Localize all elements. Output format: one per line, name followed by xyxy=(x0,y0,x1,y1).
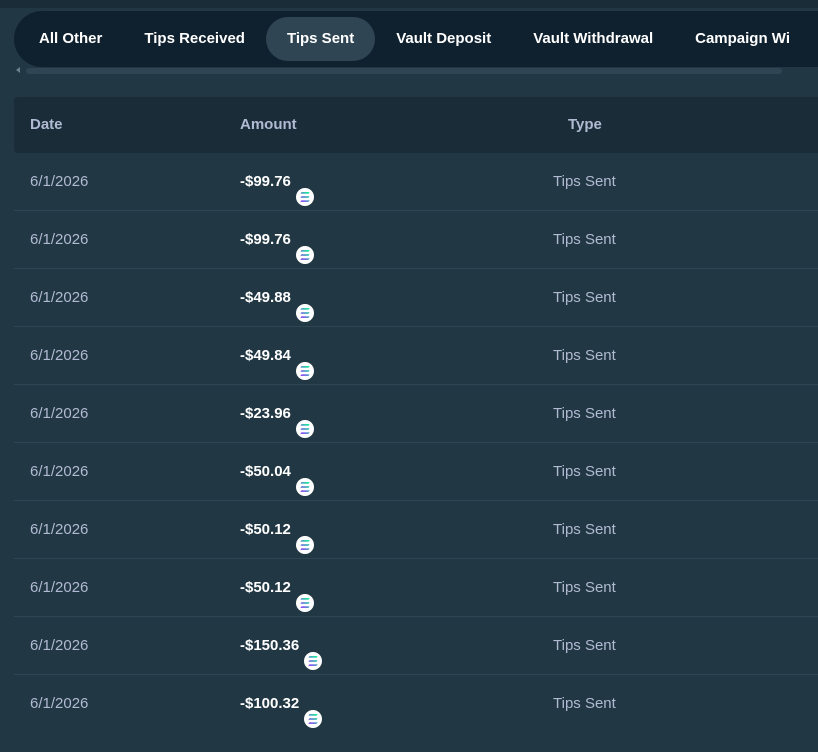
top-border xyxy=(0,0,818,8)
header-type: Type xyxy=(568,116,602,133)
solana-coin-icon xyxy=(295,231,314,264)
solana-coin-icon xyxy=(295,347,314,380)
tab-campaign-withdrawal[interactable]: Campaign Wi xyxy=(674,17,811,61)
table-row: 6/1/2026 -$49.88 Tips Sent xyxy=(14,269,818,327)
row-amount: -$150.36 xyxy=(240,637,300,654)
header-amount: Amount xyxy=(240,116,297,133)
transactions-page: All Other Tips Received Tips Sent Vault … xyxy=(0,0,818,752)
row-type: Tips Sent xyxy=(553,289,616,306)
table-row: 6/1/2026 -$50.12 Tips Sent xyxy=(14,501,818,559)
row-amount: -$100.32 xyxy=(240,695,300,712)
table-body: 6/1/2026 -$99.76 Tips Sent 6/1/2026 -$99.76 T… xyxy=(14,153,818,733)
solana-coin-icon xyxy=(304,637,323,670)
row-amount: -$23.96 xyxy=(240,405,291,422)
tab-tips-sent[interactable]: Tips Sent xyxy=(265,17,376,61)
row-type: Tips Sent xyxy=(553,231,616,248)
row-type: Tips Sent xyxy=(553,173,616,190)
table-row: 6/1/2026 -$99.76 Tips Sent xyxy=(14,153,818,211)
table-header: Date Amount Type xyxy=(14,97,818,153)
row-amount: -$49.84 xyxy=(240,347,291,364)
tab-vault-withdrawal[interactable]: Vault Withdrawal xyxy=(512,17,674,61)
solana-coin-icon xyxy=(295,579,314,612)
row-amount: -$50.04 xyxy=(240,463,291,480)
tab-tips-received[interactable]: Tips Received xyxy=(123,17,266,61)
tab-all-other[interactable]: All Other xyxy=(18,17,123,61)
row-date: 6/1/2026 xyxy=(30,695,89,712)
row-type: Tips Sent xyxy=(553,463,616,480)
row-date: 6/1/2026 xyxy=(30,173,89,190)
table-row: 6/1/2026 -$100.32 Tips Sent xyxy=(14,675,818,733)
row-type: Tips Sent xyxy=(553,695,616,712)
solana-coin-icon xyxy=(295,521,314,554)
row-date: 6/1/2026 xyxy=(30,579,89,596)
solana-coin-icon xyxy=(295,405,314,438)
row-amount-cell: -$99.76 xyxy=(240,153,314,211)
table-row: 6/1/2026 -$99.76 Tips Sent xyxy=(14,211,818,269)
row-amount-cell: -$23.96 xyxy=(240,385,314,443)
solana-coin-icon xyxy=(304,695,323,728)
row-amount: -$50.12 xyxy=(240,521,291,538)
solana-coin-icon xyxy=(295,173,314,206)
row-type: Tips Sent xyxy=(553,579,616,596)
tabs-horizontal-scrollbar[interactable] xyxy=(14,67,784,75)
row-amount-cell: -$100.32 xyxy=(240,675,323,733)
scroll-left-arrow-icon[interactable] xyxy=(16,67,20,73)
row-date: 6/1/2026 xyxy=(30,231,89,248)
row-amount: -$49.88 xyxy=(240,289,291,306)
row-amount-cell: -$150.36 xyxy=(240,617,323,675)
table-row: 6/1/2026 -$50.12 Tips Sent xyxy=(14,559,818,617)
table-row: 6/1/2026 -$50.04 Tips Sent xyxy=(14,443,818,501)
row-amount-cell: -$50.04 xyxy=(240,443,314,501)
row-type: Tips Sent xyxy=(553,521,616,538)
row-amount-cell: -$50.12 xyxy=(240,559,314,617)
transaction-type-tabs: All Other Tips Received Tips Sent Vault … xyxy=(14,11,818,67)
row-amount: -$50.12 xyxy=(240,579,291,596)
row-type: Tips Sent xyxy=(553,405,616,422)
table-row: 6/1/2026 -$49.84 Tips Sent xyxy=(14,327,818,385)
row-amount: -$99.76 xyxy=(240,231,291,248)
row-date: 6/1/2026 xyxy=(30,405,89,422)
row-date: 6/1/2026 xyxy=(30,521,89,538)
row-date: 6/1/2026 xyxy=(30,637,89,654)
row-type: Tips Sent xyxy=(553,637,616,654)
transactions-table: Date Amount Type 6/1/2026 -$99.76 Tips Sen… xyxy=(14,97,818,733)
row-date: 6/1/2026 xyxy=(30,347,89,364)
row-amount-cell: -$99.76 xyxy=(240,211,314,269)
solana-coin-icon xyxy=(295,463,314,496)
row-amount: -$99.76 xyxy=(240,173,291,190)
solana-coin-icon xyxy=(295,289,314,322)
row-date: 6/1/2026 xyxy=(30,289,89,306)
row-amount-cell: -$49.84 xyxy=(240,327,314,385)
table-row: 6/1/2026 -$23.96 Tips Sent xyxy=(14,385,818,443)
scroll-thumb[interactable] xyxy=(26,68,782,74)
row-amount-cell: -$49.88 xyxy=(240,269,314,327)
header-date: Date xyxy=(30,116,63,133)
row-amount-cell: -$50.12 xyxy=(240,501,314,559)
row-date: 6/1/2026 xyxy=(30,463,89,480)
row-type: Tips Sent xyxy=(553,347,616,364)
tab-vault-deposit[interactable]: Vault Deposit xyxy=(375,17,512,61)
table-row: 6/1/2026 -$150.36 Tips Sent xyxy=(14,617,818,675)
